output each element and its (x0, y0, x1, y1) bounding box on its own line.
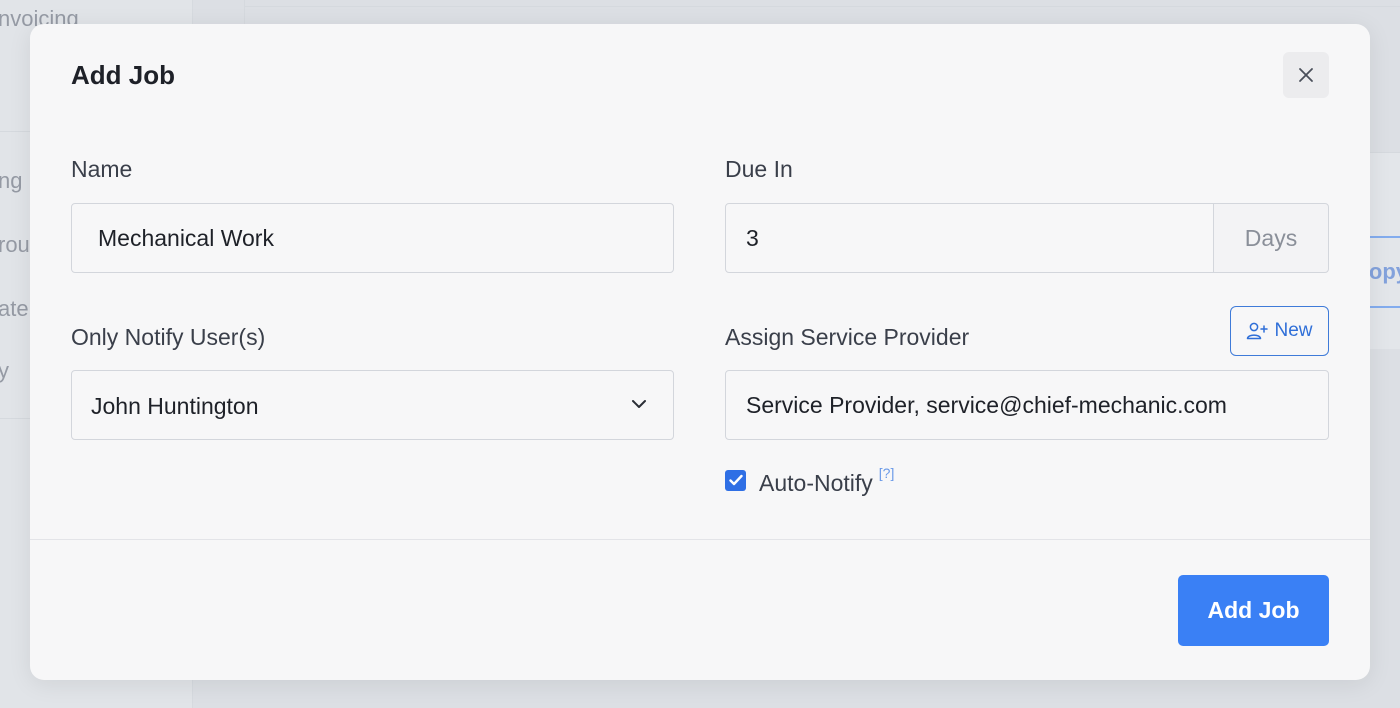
due-in-unit-addon: Days (1213, 203, 1329, 273)
auto-notify-label: Auto-Notify (759, 469, 873, 496)
modal-title: Add Job (71, 60, 175, 90)
auto-notify-row: Auto-Notify [?] (725, 464, 894, 496)
add-job-modal: Add Job Name Due In Days Only Notify Use… (30, 24, 1370, 680)
add-user-icon (1247, 322, 1269, 340)
add-job-submit-button[interactable]: Add Job (1178, 575, 1329, 646)
chevron-down-icon (632, 400, 646, 408)
name-label: Name (71, 156, 133, 182)
name-input[interactable] (71, 203, 674, 273)
service-provider-input[interactable] (725, 370, 1329, 440)
notify-users-label: Only Notify User(s) (71, 324, 266, 350)
service-provider-label: Assign Service Provider (725, 324, 970, 350)
close-icon (1299, 68, 1313, 82)
auto-notify-help-link[interactable]: [?] (879, 465, 895, 481)
new-button-label: New (1274, 320, 1313, 341)
notify-users-selected-value: John Huntington (91, 393, 259, 419)
auto-notify-checkbox[interactable] (725, 469, 746, 491)
notify-users-select[interactable]: John Huntington (71, 370, 674, 440)
checkmark-icon (728, 474, 743, 486)
due-in-input[interactable] (725, 203, 1214, 273)
modal-footer-divider (30, 539, 1370, 540)
new-service-provider-button[interactable]: New (1230, 306, 1329, 356)
close-button[interactable] (1283, 52, 1329, 98)
due-in-label: Due In (725, 156, 793, 182)
